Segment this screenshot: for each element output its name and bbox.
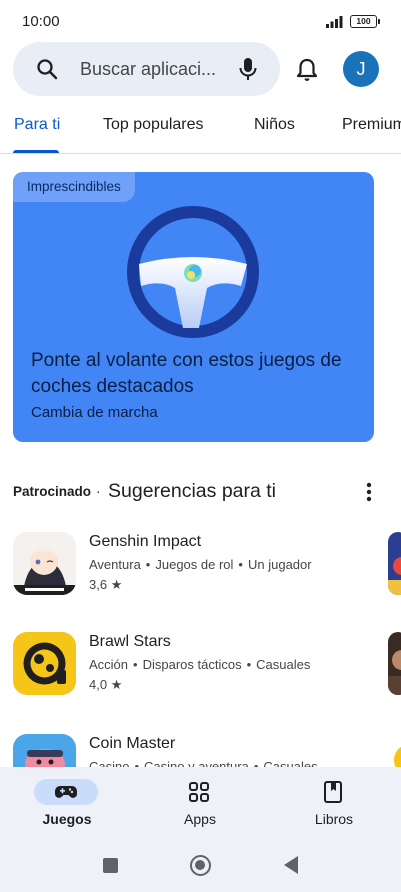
tag-separator: • bbox=[133, 657, 138, 672]
separator-dot: · bbox=[96, 484, 101, 499]
status-time: 10:00 bbox=[22, 13, 60, 30]
account-avatar[interactable]: J bbox=[343, 51, 379, 87]
sponsored-label: Patrocinado bbox=[13, 484, 92, 499]
nav-apps[interactable]: Apps bbox=[133, 767, 267, 842]
home-icon[interactable] bbox=[190, 855, 211, 876]
more-options-icon[interactable] bbox=[362, 481, 376, 503]
category-tabs: Para ti Top populares Niños Premium bbox=[0, 100, 401, 154]
bookmark-icon bbox=[324, 781, 342, 803]
back-icon[interactable] bbox=[284, 856, 298, 874]
rating-value: 3,6 bbox=[89, 577, 108, 592]
app-name: Genshin Impact bbox=[89, 533, 202, 550]
nav-books[interactable]: Libros bbox=[267, 767, 401, 842]
banner-title: Ponte al volante con estos juegos de coc… bbox=[31, 350, 342, 397]
brawl-stars-icon bbox=[13, 632, 76, 695]
nav-label: Juegos bbox=[42, 811, 92, 827]
tab-premium[interactable]: Premium bbox=[342, 116, 401, 134]
app-tag: Casuales bbox=[256, 657, 311, 672]
section-title: Sugerencias para ti bbox=[108, 480, 277, 502]
genshin-icon bbox=[13, 532, 76, 595]
app-row-brawl-stars[interactable]: Brawl Stars Acción • Disparos tácticos • Cas… bbox=[0, 632, 401, 722]
app-tags: Acción • Disparos tácticos • Casuales bbox=[89, 657, 310, 672]
app-tag: Acción bbox=[89, 657, 129, 672]
app-tag: Aventura bbox=[89, 557, 141, 572]
tab-top-populares[interactable]: Top populares bbox=[103, 116, 204, 134]
star-icon: ★ bbox=[110, 577, 123, 592]
rating-value: 4,0 bbox=[89, 677, 108, 692]
steering-wheel-illustration bbox=[127, 206, 259, 338]
bottom-navigation: Juegos Apps Libros bbox=[0, 767, 401, 842]
active-tab-indicator bbox=[13, 150, 59, 153]
app-rating: 4,0 ★ bbox=[89, 677, 122, 693]
app-tags: Aventura • Juegos de rol • Un jugador bbox=[89, 557, 312, 572]
app-name: Coin Master bbox=[89, 735, 176, 752]
app-row-genshin-impact[interactable]: Genshin Impact Aventura • Juegos de rol • Un… bbox=[0, 532, 401, 622]
tab-para-ti[interactable]: Para ti bbox=[14, 116, 60, 134]
notifications-bell-icon[interactable] bbox=[295, 57, 319, 83]
star-icon: ★ bbox=[110, 677, 123, 692]
nav-games[interactable]: Juegos bbox=[0, 767, 134, 842]
search-bar[interactable]: Buscar aplicaci... bbox=[13, 42, 280, 96]
status-bar: 10:00 100 bbox=[0, 0, 401, 40]
system-navigation-bar bbox=[0, 842, 401, 892]
nav-label: Apps bbox=[184, 811, 216, 827]
app-name: Brawl Stars bbox=[89, 633, 171, 650]
signal-icon bbox=[326, 16, 343, 28]
microphone-icon[interactable] bbox=[236, 56, 260, 82]
search-icon bbox=[37, 59, 58, 80]
banner-subtitle: Cambia de marcha bbox=[31, 404, 158, 421]
app-tag: Disparos tácticos bbox=[142, 657, 242, 672]
nav-label: Libros bbox=[314, 811, 354, 827]
banner-tag: Imprescindibles bbox=[13, 172, 135, 202]
featured-banner[interactable]: Imprescindibles Ponte al volante con est… bbox=[13, 172, 374, 442]
recent-apps-icon[interactable] bbox=[103, 858, 118, 873]
tag-separator: • bbox=[246, 657, 252, 672]
next-app-peek[interactable] bbox=[388, 532, 401, 595]
tab-ninos[interactable]: Niños bbox=[254, 116, 295, 134]
tag-separator: • bbox=[238, 557, 243, 572]
gamepad-icon bbox=[55, 786, 77, 798]
app-tag: Juegos de rol bbox=[155, 557, 234, 572]
battery-icon: 100 bbox=[350, 15, 380, 28]
tag-separator: • bbox=[145, 557, 151, 572]
search-input[interactable]: Buscar aplicaci... bbox=[80, 59, 216, 80]
app-tag: Un jugador bbox=[247, 557, 312, 572]
next-app-peek[interactable] bbox=[388, 632, 401, 695]
apps-grid-icon bbox=[189, 782, 209, 802]
app-rating: 3,6 ★ bbox=[89, 577, 122, 593]
